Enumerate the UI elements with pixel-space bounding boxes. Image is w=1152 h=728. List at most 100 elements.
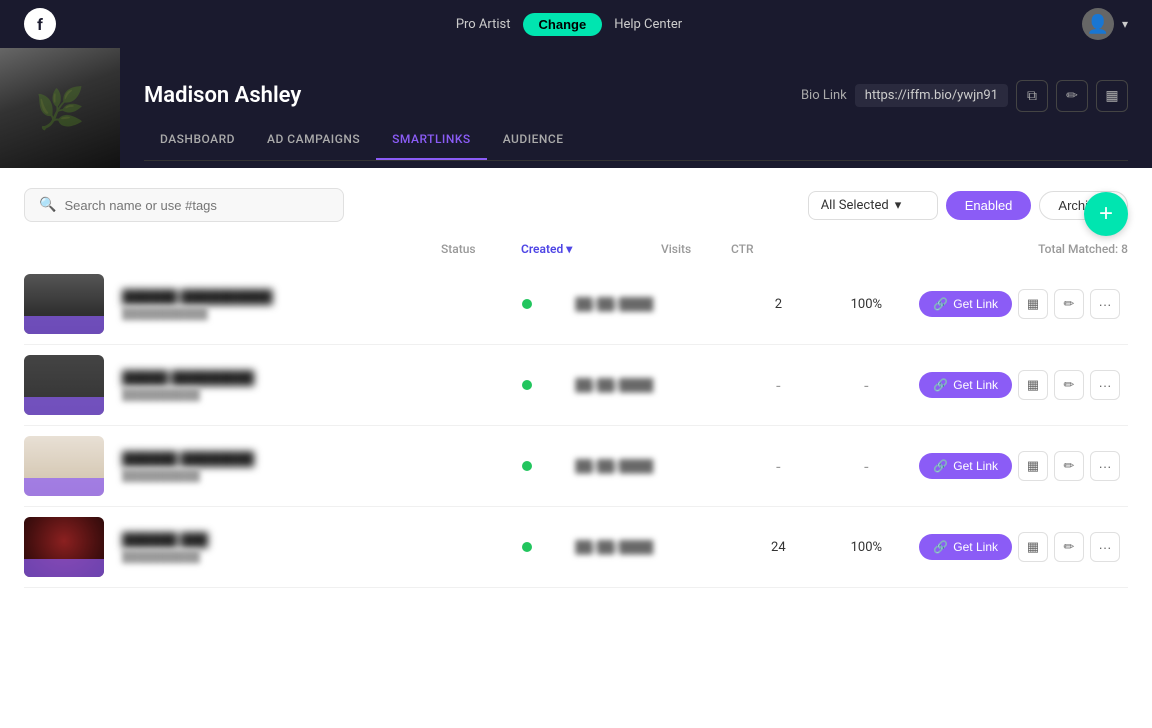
status-dot-active-icon <box>522 542 532 552</box>
row-ctr: 100% <box>831 297 901 312</box>
row-ctr: - <box>831 457 901 476</box>
row-thumbnail <box>24 436 104 496</box>
get-link-button[interactable]: 🔗 Get Link <box>919 453 1012 479</box>
status-dot-active-icon <box>522 299 532 309</box>
row-thumbnail <box>24 274 104 334</box>
row-visits: - <box>743 376 813 395</box>
get-link-button[interactable]: 🔗 Get Link <box>919 372 1012 398</box>
row-thumbnail <box>24 355 104 415</box>
all-selected-dropdown[interactable]: All Selected ▾ <box>808 191 938 220</box>
row-actions: 🔗 Get Link ▦ ✏ ··· <box>919 532 1128 562</box>
dropdown-arrow-icon: ▾ <box>895 198 902 213</box>
bio-link-url: https://iffm.bio/ywjn91 <box>855 84 1008 107</box>
profile-name: Madison Ashley <box>144 83 801 108</box>
top-nav: f Pro Artist Change Help Center 👤 ▾ <box>0 0 1152 48</box>
row-actions: 🔗 Get Link ▦ ✏ ··· <box>919 451 1128 481</box>
filter-controls: All Selected ▾ Enabled Archived <box>808 191 1128 220</box>
nav-right: 👤 ▾ <box>1082 8 1128 40</box>
row-subtitle: ██████████ <box>122 469 479 482</box>
row-visits: 24 <box>743 540 813 555</box>
row-date: ██/██/████ <box>575 459 715 473</box>
help-center-link[interactable]: Help Center <box>614 17 682 32</box>
tab-smartlinks[interactable]: SMARTLINKS <box>376 120 487 160</box>
row-status <box>487 461 567 471</box>
row-edit-button[interactable]: ✏ <box>1054 451 1084 481</box>
row-edit-button[interactable]: ✏ <box>1054 289 1084 319</box>
nav-center: Pro Artist Change Help Center <box>456 13 682 36</box>
created-column-header[interactable]: Created ▾ <box>521 242 661 256</box>
row-name: ██████ ██████████ <box>122 289 479 305</box>
table-row: ██████ ████████ ██████████ ██/██/████ - … <box>24 426 1128 507</box>
row-subtitle: ██████████ <box>122 388 479 401</box>
table-header: Status Created ▾ Visits CTR Total Matche… <box>24 238 1128 264</box>
row-subtitle: ███████████ <box>122 307 479 320</box>
table-row: █████ █████████ ██████████ ██/██/████ - … <box>24 345 1128 426</box>
row-name-section: █████ █████████ ██████████ <box>122 370 479 401</box>
stats-button[interactable]: ▦ <box>1096 80 1128 112</box>
avatar-chevron-icon[interactable]: ▾ <box>1122 17 1128 31</box>
table-row: ██████ ███ ██████████ ██/██/████ 24 100%… <box>24 507 1128 588</box>
row-stats-button[interactable]: ▦ <box>1018 532 1048 562</box>
ctr-column-header: CTR <box>731 242 801 256</box>
row-thumbnail <box>24 517 104 577</box>
search-filter-row: 🔍 All Selected ▾ Enabled Archived <box>24 168 1128 238</box>
row-stats-button[interactable]: ▦ <box>1018 451 1048 481</box>
row-ctr: - <box>831 376 901 395</box>
total-matched: Total Matched: 8 <box>801 242 1128 256</box>
nav-tabs: DASHBOARD AD CAMPAIGNS SMARTLINKS AUDIEN… <box>144 120 1128 161</box>
table-row: ██████ ██████████ ███████████ ██/██/████… <box>24 264 1128 345</box>
change-button[interactable]: Change <box>523 13 603 36</box>
avatar: 👤 <box>1082 8 1114 40</box>
link-icon: 🔗 <box>933 540 948 554</box>
status-dot-active-icon <box>522 461 532 471</box>
content-area: + 🔍 All Selected ▾ Enabled Archived Stat… <box>0 168 1152 728</box>
row-edit-button[interactable]: ✏ <box>1054 370 1084 400</box>
row-date: ██/██/████ <box>575 540 715 554</box>
row-stats-button[interactable]: ▦ <box>1018 370 1048 400</box>
row-more-button[interactable]: ··· <box>1090 289 1120 319</box>
row-name-section: ██████ ████████ ██████████ <box>122 451 479 482</box>
edit-profile-button[interactable]: ✏ <box>1056 80 1088 112</box>
row-subtitle: ██████████ <box>122 550 479 563</box>
search-icon: 🔍 <box>39 197 56 213</box>
profile-header: 🌿 Madison Ashley Bio Link https://iffm.b… <box>0 48 1152 168</box>
logo: f <box>24 8 56 40</box>
link-icon: 🔗 <box>933 297 948 311</box>
search-input[interactable] <box>64 198 329 213</box>
search-bar: 🔍 <box>24 188 344 222</box>
sort-arrow-icon: ▾ <box>566 242 572 256</box>
pro-label: Pro Artist <box>456 17 511 32</box>
row-edit-button[interactable]: ✏ <box>1054 532 1084 562</box>
row-ctr: 100% <box>831 540 901 555</box>
link-icon: 🔗 <box>933 459 948 473</box>
row-more-button[interactable]: ··· <box>1090 370 1120 400</box>
get-link-button[interactable]: 🔗 Get Link <box>919 534 1012 560</box>
copy-link-button[interactable]: ⧉ <box>1016 80 1048 112</box>
row-date: ██/██/████ <box>575 297 715 311</box>
visits-column-header: Visits <box>661 242 731 256</box>
row-more-button[interactable]: ··· <box>1090 532 1120 562</box>
tab-ad-campaigns[interactable]: AD CAMPAIGNS <box>251 120 376 160</box>
row-actions: 🔗 Get Link ▦ ✏ ··· <box>919 289 1128 319</box>
tab-audience[interactable]: AUDIENCE <box>487 120 580 160</box>
row-status <box>487 299 567 309</box>
row-more-button[interactable]: ··· <box>1090 451 1120 481</box>
get-link-button[interactable]: 🔗 Get Link <box>919 291 1012 317</box>
row-date: ██/██/████ <box>575 378 715 392</box>
enabled-filter-button[interactable]: Enabled <box>946 191 1032 220</box>
row-name: ██████ ████████ <box>122 451 479 467</box>
row-name-section: ██████ ███ ██████████ <box>122 532 479 563</box>
row-name: ██████ ███ <box>122 532 479 548</box>
row-stats-button[interactable]: ▦ <box>1018 289 1048 319</box>
bio-link-label: Bio Link <box>801 88 847 103</box>
status-column-header: Status <box>441 242 521 256</box>
row-name-section: ██████ ██████████ ███████████ <box>122 289 479 320</box>
row-actions: 🔗 Get Link ▦ ✏ ··· <box>919 370 1128 400</box>
profile-actions: Bio Link https://iffm.bio/ywjn91 ⧉ ✏ ▦ <box>801 80 1128 112</box>
link-icon: 🔗 <box>933 378 948 392</box>
profile-image: 🌿 <box>0 48 120 168</box>
add-smartlink-button[interactable]: + <box>1084 192 1128 236</box>
row-status <box>487 542 567 552</box>
row-status <box>487 380 567 390</box>
tab-dashboard[interactable]: DASHBOARD <box>144 120 251 160</box>
